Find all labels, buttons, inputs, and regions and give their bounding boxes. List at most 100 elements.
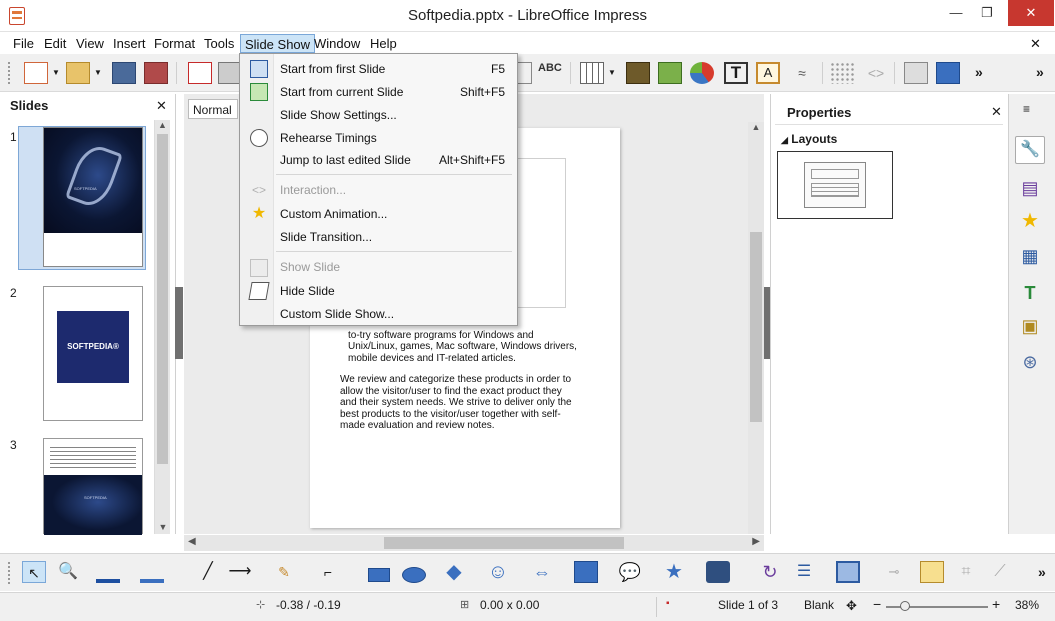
navigator-icon[interactable]: ⊛ [1015, 348, 1045, 376]
extrusion-icon[interactable]: ⟋ [988, 561, 1012, 583]
master-slides-icon[interactable]: ▦ [1015, 242, 1045, 270]
scroll-right-icon[interactable]: ▶ [752, 536, 760, 547]
slides-pane-close-button[interactable]: ✕ [156, 98, 167, 114]
menu-tools[interactable]: Tools [200, 34, 238, 53]
editor-hscroll[interactable]: ◀ ▶ [184, 535, 764, 551]
export-pdf-icon[interactable] [188, 62, 212, 84]
zoom-pan-icon[interactable]: 🔍 [56, 561, 80, 583]
rotate-icon[interactable]: ↻ [758, 561, 782, 583]
zoom-slider-thumb[interactable] [899, 601, 910, 611]
ellipse-icon[interactable] [402, 567, 426, 583]
slide-icon[interactable] [936, 62, 960, 84]
menu-item-custom-animation[interactable]: Custom Animation... [280, 204, 387, 224]
chart-icon[interactable] [690, 62, 714, 84]
layout-name[interactable]: Blank [804, 598, 834, 612]
scroll-thumb[interactable] [384, 537, 624, 549]
left-pane-collapse-handle[interactable] [175, 287, 183, 359]
slide-paragraph-2[interactable]: We review and categorize these products … [340, 374, 600, 432]
menu-slide-show[interactable]: Slide Show [240, 34, 316, 53]
gallery-icon[interactable]: ▣ [1015, 312, 1045, 340]
symbol-shapes-icon[interactable]: ☺ [486, 561, 510, 583]
view-tab-normal[interactable]: Normal [188, 99, 238, 119]
toolbar-handle[interactable] [8, 562, 12, 584]
stars-icon[interactable]: ★ [662, 561, 686, 583]
menu-insert[interactable]: Insert [109, 34, 150, 53]
grid-icon[interactable] [830, 62, 854, 84]
styles-icon[interactable]: T [1015, 279, 1045, 307]
zoom-out-button[interactable]: − [873, 596, 881, 612]
zoom-slider[interactable] [886, 601, 988, 611]
scroll-left-icon[interactable]: ◀ [188, 536, 196, 547]
layout-blank-option[interactable] [777, 151, 893, 219]
new-icon[interactable] [24, 62, 48, 84]
menu-item-hide-slide[interactable]: Hide Slide [280, 281, 335, 301]
connector-icon[interactable]: ⌐ [316, 561, 340, 583]
scroll-thumb[interactable] [157, 134, 168, 464]
animation-icon[interactable]: ★ [1015, 207, 1045, 235]
scroll-down-icon[interactable]: ▼ [155, 522, 171, 532]
toolbar-handle[interactable] [8, 62, 12, 84]
menu-item-jump-last-edited[interactable]: Jump to last edited Slide [280, 150, 411, 170]
save-icon[interactable] [112, 62, 136, 84]
menu-item-slide-transition[interactable]: Slide Transition... [280, 227, 372, 247]
restore-button[interactable]: ❐ [973, 0, 1001, 26]
open-icon[interactable] [66, 62, 90, 84]
fill-color-icon[interactable] [140, 561, 164, 583]
toolbar-overflow-icon[interactable]: » [1038, 564, 1046, 580]
points-icon[interactable]: ⊸ [882, 561, 906, 583]
sidebar-menu-icon[interactable]: ≡ [1023, 102, 1030, 116]
crop-icon[interactable]: ⌗ [954, 561, 978, 583]
properties-close-button[interactable]: ✕ [991, 104, 1002, 120]
freeform-pencil-icon[interactable]: ✎ [272, 561, 296, 583]
properties-icon[interactable]: 🔧 [1015, 136, 1045, 164]
block-arrows-icon[interactable]: ⇔ [530, 561, 554, 583]
fontwork-icon[interactable]: T [724, 62, 748, 84]
image-icon[interactable] [626, 62, 650, 84]
menu-window[interactable]: Window [310, 34, 364, 53]
flowchart-icon[interactable] [574, 561, 598, 583]
toolbar-overflow-icon[interactable]: » [975, 64, 983, 80]
zoom-in-button[interactable]: + [992, 596, 1000, 612]
menu-file[interactable]: File [9, 34, 38, 53]
menu-help[interactable]: Help [366, 34, 401, 53]
menu-item-start-current-slide[interactable]: Start from current Slide [280, 82, 403, 102]
find-replace-icon[interactable] [904, 62, 928, 84]
media-icon[interactable] [658, 62, 682, 84]
basic-shapes-icon[interactable]: ◆ [442, 561, 466, 583]
arrange-icon[interactable] [836, 561, 860, 583]
fit-slide-icon[interactable]: ✥ [846, 598, 857, 614]
menu-view[interactable]: View [72, 34, 108, 53]
chevron-down-icon[interactable]: ▼ [94, 68, 102, 77]
menu-item-start-first-slide[interactable]: Start from first Slide [280, 59, 385, 79]
zoom-level[interactable]: 38% [1015, 598, 1039, 612]
line-color-icon[interactable] [96, 561, 120, 583]
arrow-line-icon[interactable]: ⟶ [228, 561, 252, 583]
callouts-icon[interactable]: 💬 [618, 561, 642, 583]
textbox-icon[interactable]: A [756, 62, 780, 84]
toolbar-overflow-icon[interactable]: » [1036, 64, 1044, 80]
align-icon[interactable]: ☰ [792, 561, 816, 583]
spellcheck-icon[interactable]: ABC [538, 62, 562, 74]
scroll-up-icon[interactable]: ▲ [155, 120, 170, 134]
close-document-button[interactable]: ✕ [1026, 34, 1045, 53]
slide-thumbnail-2[interactable]: SOFTPEDIA® [43, 286, 143, 421]
layouts-section-header[interactable]: ◢ Layouts [781, 132, 837, 146]
special-char-icon[interactable]: ≈ [790, 62, 814, 84]
editor-vscroll[interactable]: ▲ [748, 122, 764, 534]
slide-thumbnail-3[interactable]: SOFTPEDIA [43, 438, 143, 535]
menu-edit[interactable]: Edit [40, 34, 70, 53]
rectangle-icon[interactable] [368, 568, 390, 582]
slides-scrollbar[interactable]: ▲ ▼ [154, 120, 170, 534]
menu-item-slide-show-settings[interactable]: Slide Show Settings... [280, 105, 397, 125]
line-icon[interactable]: ╱ [196, 561, 220, 583]
close-window-button[interactable]: ✕ [1008, 0, 1054, 26]
select-arrow-icon[interactable]: ↖ [22, 561, 46, 583]
menu-format[interactable]: Format [150, 34, 199, 53]
minimize-button[interactable]: — [942, 0, 970, 26]
table-icon[interactable] [580, 62, 604, 84]
menu-item-rehearse-timings[interactable]: Rehearse Timings [280, 128, 377, 148]
chevron-down-icon[interactable]: ▼ [52, 68, 60, 77]
scroll-up-icon[interactable]: ▲ [748, 122, 764, 136]
slide-transition-icon[interactable]: ▤ [1015, 174, 1045, 202]
3d-objects-icon[interactable] [706, 561, 730, 583]
